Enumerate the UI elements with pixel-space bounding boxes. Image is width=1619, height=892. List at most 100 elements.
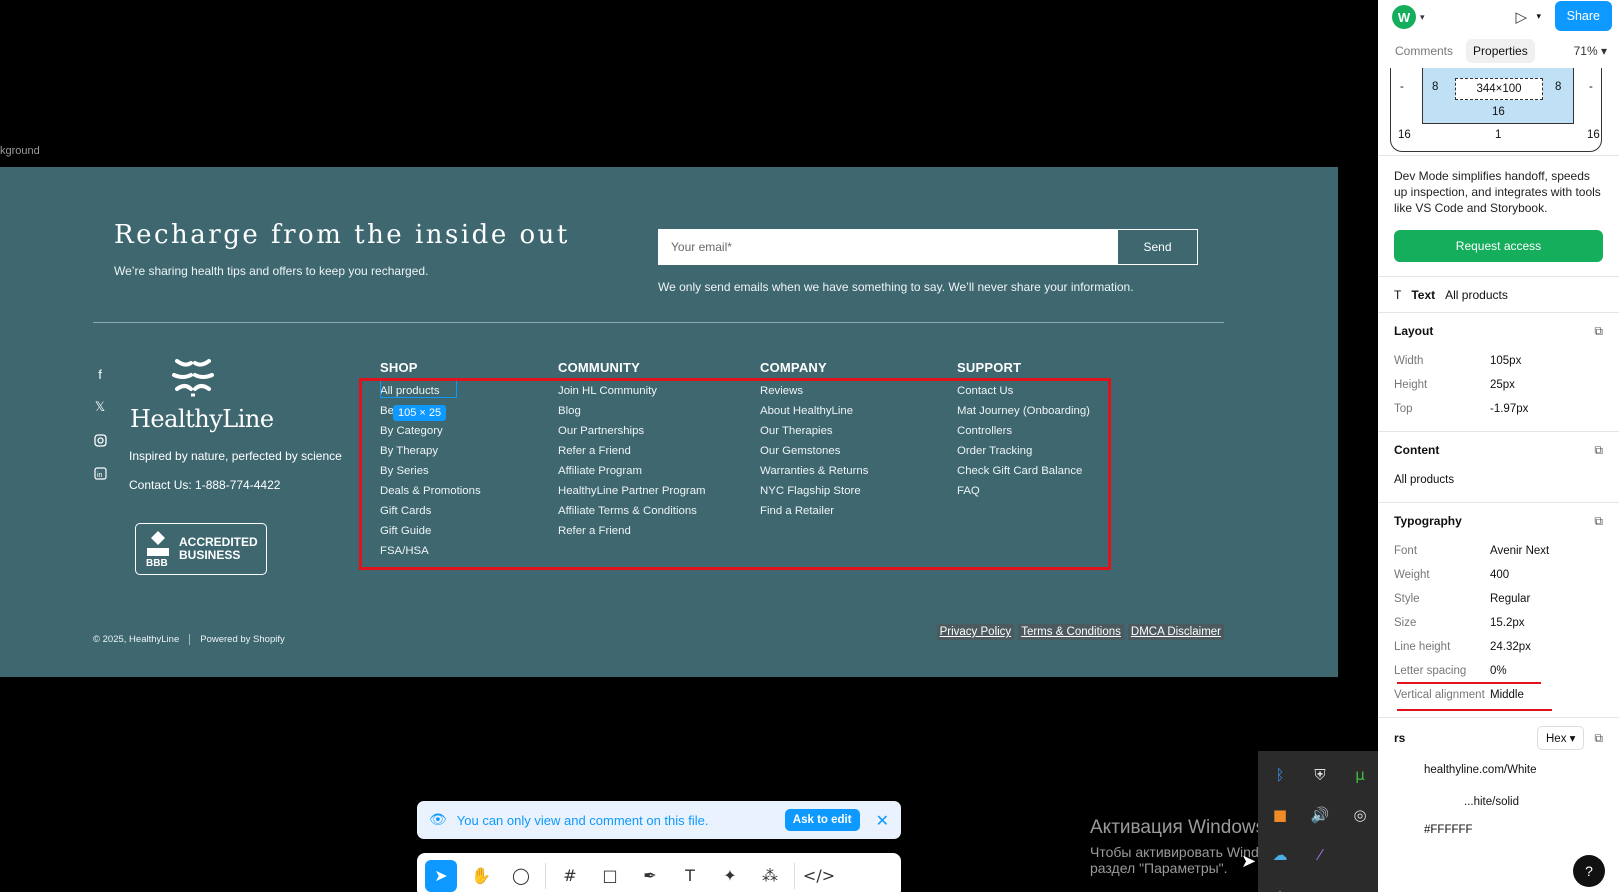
volume-icon[interactable]: 🔊 [1300, 795, 1340, 835]
powered-by-link[interactable]: Powered by Shopify [200, 634, 285, 645]
bbb-torch-icon: BBB [146, 531, 169, 569]
newsletter-form: Send [658, 229, 1198, 265]
request-access-button[interactable]: Request access [1394, 230, 1603, 262]
chevron-down-icon[interactable]: ▾ [1420, 12, 1425, 23]
copy-icon[interactable]: ⧉ [1594, 324, 1603, 339]
privacy-policy-link[interactable]: Privacy Policy [936, 624, 1015, 640]
instagram-icon[interactable] [92, 432, 108, 448]
dmca-link[interactable]: DMCA Disclaimer [1127, 624, 1224, 640]
present-play-icon[interactable]: ▷ [1515, 8, 1527, 26]
chevron-down-icon[interactable]: ▾ [1536, 11, 1541, 22]
facebook-icon[interactable]: f [92, 366, 108, 382]
dev-mode-promo: Dev Mode simplifies handoff, speeds up i… [1394, 169, 1601, 215]
camera-app-icon[interactable]: ◎ [1340, 795, 1380, 835]
copy-icon[interactable]: ⧉ [1594, 731, 1603, 746]
prop-value[interactable]: Regular [1490, 593, 1530, 605]
text-layer-row[interactable]: T Text All products [1394, 277, 1603, 312]
section-title: Layout [1394, 324, 1434, 338]
prop-value[interactable]: 105px [1490, 355, 1521, 367]
color-token-sub: ...hite/solid [1464, 796, 1519, 808]
prop-row: Font Avenir Next [1394, 539, 1603, 563]
x-icon[interactable]: 𝕏 [92, 399, 108, 415]
hand-tool-icon[interactable]: ✋ [465, 860, 497, 892]
linkedin-icon[interactable]: in [92, 465, 108, 481]
prop-key: Height [1394, 379, 1428, 391]
tab-comments[interactable]: Comments [1388, 39, 1460, 63]
email-field[interactable] [659, 230, 1117, 264]
terms-link[interactable]: Terms & Conditions [1018, 624, 1124, 640]
typography-header: Typography ⧉ [1394, 503, 1603, 539]
view-only-toast: 👁 You can only view and comment on this … [417, 801, 901, 839]
prop-value[interactable]: 400 [1490, 569, 1509, 581]
footer-frame[interactable]: Recharge from the inside out We’re shari… [0, 167, 1338, 677]
actions-tool-icon[interactable]: ⁂ [754, 860, 786, 892]
contact-phone: Contact Us: 1-888-774-4422 [129, 478, 281, 492]
prop-value[interactable]: Middle [1490, 689, 1524, 701]
color-token-row[interactable]: healthyline.com/White [1394, 758, 1603, 782]
prop-row: Top -1.97px [1394, 397, 1603, 421]
padding-bottom-value: 16 [1492, 106, 1505, 118]
utorrent-icon[interactable]: µ [1340, 755, 1380, 795]
footer-divider [93, 322, 1224, 323]
text-tool-icon[interactable]: T [674, 860, 706, 892]
menu-title: COMPANY [760, 360, 827, 375]
app-flame-icon[interactable]: ▲ [1260, 875, 1300, 892]
dev-mode-icon[interactable]: </> [803, 860, 835, 892]
mouse-cursor-icon: ➤ [1241, 851, 1257, 872]
text-type-icon: T [1394, 287, 1402, 302]
prop-row: Width 105px [1394, 349, 1603, 373]
prop-value[interactable]: -1.97px [1490, 403, 1528, 415]
shape-tool-icon[interactable]: □ [594, 860, 626, 892]
move-tool-icon[interactable]: ➤ [425, 859, 457, 892]
help-button[interactable]: ? [1573, 855, 1605, 887]
prop-value[interactable]: Avenir Next [1490, 545, 1549, 557]
zoom-level[interactable]: 71% ▾ [1574, 44, 1607, 58]
prop-value[interactable]: 15.2px [1490, 617, 1525, 629]
color-format-select[interactable]: Hex ▾ [1537, 726, 1585, 750]
content-value[interactable]: All products [1394, 474, 1454, 486]
copy-icon[interactable]: ⧉ [1594, 443, 1603, 458]
prop-row: Size 15.2px [1394, 611, 1603, 635]
component-tool-icon[interactable]: ✦ [714, 860, 746, 892]
prop-key: Style [1394, 593, 1420, 605]
section-title: Typography [1394, 514, 1462, 528]
prop-key: Weight [1394, 569, 1430, 581]
ask-to-edit-button[interactable]: Ask to edit [784, 809, 860, 831]
color-format-value: Hex [1546, 733, 1567, 745]
share-button[interactable]: Share [1554, 1, 1612, 31]
layout-section: Layout ⧉ Width 105px Height 25px Top -1.97p… [1378, 312, 1619, 421]
frame-label[interactable]: kground [0, 145, 40, 157]
pen-tool-icon[interactable]: ✒ [634, 860, 666, 892]
feather-icon[interactable]: ⁄ [1300, 835, 1340, 875]
prop-value[interactable]: 24.32px [1490, 641, 1531, 653]
content-section: Content ⧉ All products [1378, 431, 1619, 492]
close-icon[interactable]: ✕ [876, 811, 889, 830]
frame-tool-icon[interactable]: # [554, 860, 586, 892]
bbb-mark: BBB [146, 558, 168, 569]
margin-left-value: - [1400, 81, 1404, 93]
avatar[interactable]: W [1392, 5, 1416, 29]
app-orange-icon[interactable]: ■ [1260, 795, 1300, 835]
box-model-diagram: 344×100 - 8 8 - 16 16 1 16 [1378, 68, 1619, 156]
bottom-toolbar: ➤ ✋ ◯ # □ ✒ T ✦ ⁂ </> [417, 853, 901, 892]
comment-tool-icon[interactable]: ◯ [505, 860, 537, 892]
prop-row: Height 25px [1394, 373, 1603, 397]
panel-header: W ▾ ▷ ▾ Share [1378, 0, 1619, 34]
tab-properties[interactable]: Properties [1466, 39, 1535, 63]
prop-row: Style Regular [1394, 587, 1603, 611]
section-title: rs [1394, 731, 1406, 745]
properties-panel: W ▾ ▷ ▾ Share Comments Properties 71% ▾ … [1378, 0, 1619, 892]
toast-message: You can only view and comment on this fi… [456, 812, 709, 828]
prop-value[interactable]: 0% [1490, 665, 1507, 677]
prop-value[interactable]: 25px [1490, 379, 1515, 391]
cloud-app-icon[interactable]: ☁ [1260, 835, 1300, 875]
prop-key: Width [1394, 355, 1424, 367]
prop-key: Size [1394, 617, 1417, 629]
color-hex[interactable]: #FFFFFF [1424, 824, 1473, 836]
copy-icon[interactable]: ⧉ [1594, 514, 1603, 529]
legal-links: Privacy Policy Terms & Conditions DMCA D… [936, 624, 1224, 640]
send-button[interactable]: Send [1117, 230, 1197, 264]
bluetooth-icon[interactable]: ᛒ [1260, 755, 1300, 795]
security-shield-icon[interactable]: ⛨ [1300, 755, 1340, 795]
design-canvas[interactable]: kground Recharge from the inside out We’… [0, 0, 1420, 892]
